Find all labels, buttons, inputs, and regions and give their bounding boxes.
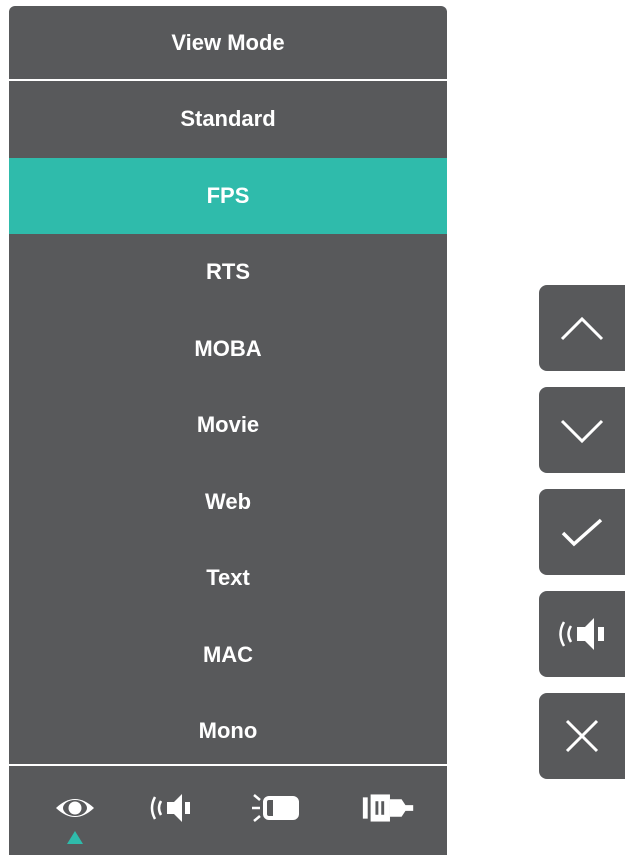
menu-item-moba[interactable]: MOBA	[9, 311, 447, 388]
close-icon	[565, 719, 599, 753]
audio-key[interactable]	[539, 591, 625, 677]
view-mode-list: Standard FPS RTS MOBA Movie Web Text MAC…	[9, 81, 447, 770]
down-key[interactable]	[539, 387, 625, 473]
speaker-icon	[150, 794, 190, 822]
menu-item-text[interactable]: Text	[9, 540, 447, 617]
chevron-down-icon	[560, 419, 604, 444]
menu-item-fps[interactable]: FPS	[9, 157, 447, 234]
checkmark-icon	[561, 518, 603, 547]
display-brightness-icon	[252, 794, 299, 822]
input-connector-icon	[362, 794, 414, 822]
up-key[interactable]	[539, 285, 625, 371]
menu-tab-bar	[9, 766, 447, 855]
menu-item-standard[interactable]: Standard	[9, 81, 447, 158]
confirm-key[interactable]	[539, 489, 625, 575]
tab-color-adjust[interactable]	[246, 786, 306, 830]
tab-audio[interactable]	[142, 786, 202, 830]
menu-item-rts[interactable]: RTS	[9, 234, 447, 311]
eye-icon	[56, 799, 94, 817]
tab-input-select[interactable]	[359, 786, 419, 830]
menu-title: View Mode	[9, 6, 447, 81]
chevron-up-icon	[560, 316, 604, 341]
menu-item-movie[interactable]: Movie	[9, 387, 447, 464]
menu-item-web[interactable]: Web	[9, 464, 447, 541]
speaker-icon	[559, 618, 604, 650]
menu-item-mono[interactable]: Mono	[9, 693, 447, 770]
menu-item-mac[interactable]: MAC	[9, 617, 447, 694]
active-tab-indicator	[67, 831, 83, 844]
osd-menu-panel: View Mode Standard FPS RTS MOBA Movie We…	[9, 6, 447, 855]
tab-view-mode[interactable]	[45, 786, 105, 830]
exit-key[interactable]	[539, 693, 625, 779]
